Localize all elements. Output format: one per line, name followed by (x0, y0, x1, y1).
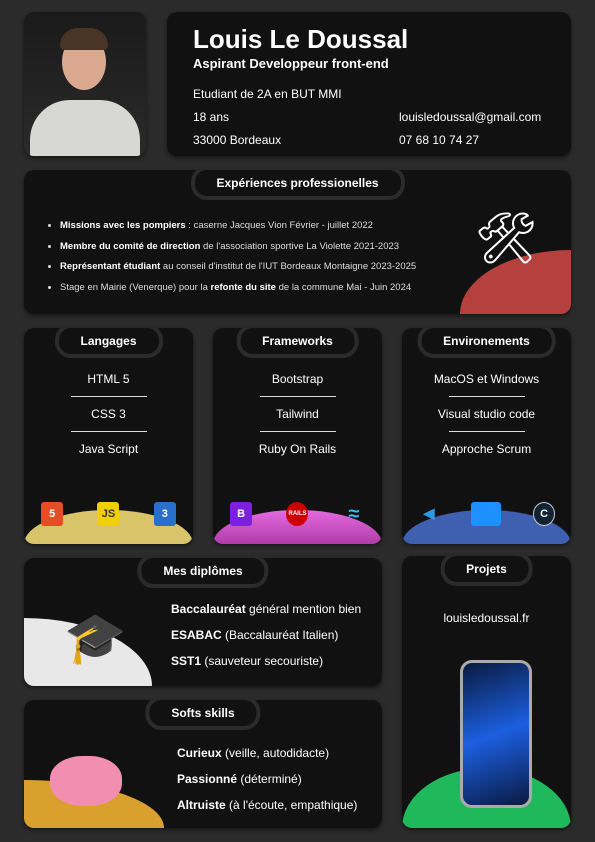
phone-image (460, 660, 532, 808)
list-item: MacOS et Windows (433, 372, 540, 386)
html5-icon: 5 (41, 502, 64, 526)
css3-icon: 3 (153, 502, 176, 526)
diploma-item: Baccalauréat général mention bien (171, 602, 362, 616)
vscode-icon: ◄ (418, 502, 439, 525)
divider (70, 396, 147, 397)
softskill-item: Curieux (veille, autodidacte) (177, 746, 330, 760)
langages-title: Langages (54, 328, 163, 358)
diplomas-title: Mes diplômes (137, 558, 269, 588)
email[interactable]: louisledoussal@gmail.com (399, 110, 541, 124)
person-hair (60, 28, 108, 50)
list-item: Ruby On Rails (258, 442, 337, 456)
experience-item: Membre du comité de direction de l'assoc… (60, 237, 416, 258)
js-icon: JS (97, 502, 120, 526)
environments-card: Environements MacOS et Windows Visual stu… (402, 328, 571, 544)
tools-icon: 🛠 (474, 210, 538, 266)
list-item: HTML 5 (87, 372, 130, 386)
experience-card: Expériences professionelles 🛠 Missions a… (24, 170, 571, 314)
divider (448, 396, 525, 397)
bootstrap-icon: B (230, 502, 253, 526)
study: Etudiant de 2A en BUT MMI (193, 87, 342, 101)
diploma-item: ESABAC (Baccalauréat Italien) (171, 628, 339, 642)
name: Louis Le Doussal (193, 24, 409, 54)
scrum-icon: C (533, 502, 556, 526)
header-card: Louis Le Doussal Aspirant Developpeur fr… (167, 12, 571, 156)
profile-photo (24, 12, 146, 156)
softskills-card: Softs skills Curieux (veille, autodidact… (24, 700, 382, 828)
experience-list: Missions avec les pompiers : caserne Jac… (60, 216, 416, 298)
list-item: Java Script (78, 442, 139, 456)
frameworks-card: Frameworks Bootstrap Tailwind Ruby On Rail… (213, 328, 382, 544)
phone[interactable]: 07 68 10 74 27 (399, 133, 479, 147)
experience-item: Missions avec les pompiers : caserne Jac… (60, 216, 416, 237)
projects-card: Projets louisledoussal.fr (402, 556, 571, 828)
graduation-cap-icon: 🎓 (64, 610, 127, 666)
diploma-item: SST1 (sauveteur secouriste) (171, 654, 324, 668)
divider (448, 431, 525, 432)
windows-apple-icon (471, 502, 502, 526)
frameworks-title: Frameworks (236, 328, 359, 358)
list-item: CSS 3 (91, 407, 126, 421)
environments-title: Environements (417, 328, 556, 358)
divider (259, 431, 336, 432)
rails-icon: RAILS (286, 502, 309, 526)
diplomas-card: Mes diplômes 🎓 Baccalauréat général ment… (24, 558, 382, 686)
experience-item: Représentant étudiant au conseil d'insti… (60, 257, 416, 278)
softskills-title: Softs skills (145, 700, 261, 730)
softskill-item: Altruiste (à l'écoute, empathique) (177, 798, 358, 812)
age: 18 ans (193, 110, 230, 124)
list-item: Bootstrap (271, 372, 324, 386)
person-shirt (30, 100, 140, 156)
portfolio-link[interactable]: louisledoussal.fr (402, 611, 571, 625)
role: Aspirant Developpeur front-end (193, 56, 389, 71)
softskill-item: Passionné (déterminé) (177, 772, 302, 786)
list-item: Visual studio code (437, 407, 536, 421)
experience-title: Expériences professionelles (190, 170, 405, 200)
list-item: Tailwind (276, 407, 319, 421)
divider (259, 396, 336, 397)
tailwind-icon: ≈ (348, 502, 360, 525)
city: 33000 Bordeaux (193, 133, 282, 147)
brain-icon (50, 756, 122, 806)
divider (70, 431, 147, 432)
langages-card: Langages HTML 5 CSS 3 Java Script 5 JS 3 (24, 328, 193, 544)
projects-title: Projets (440, 556, 533, 586)
list-item: Approche Scrum (441, 442, 532, 456)
experience-item: Stage en Mairie (Venerque) pour la refon… (60, 278, 416, 299)
